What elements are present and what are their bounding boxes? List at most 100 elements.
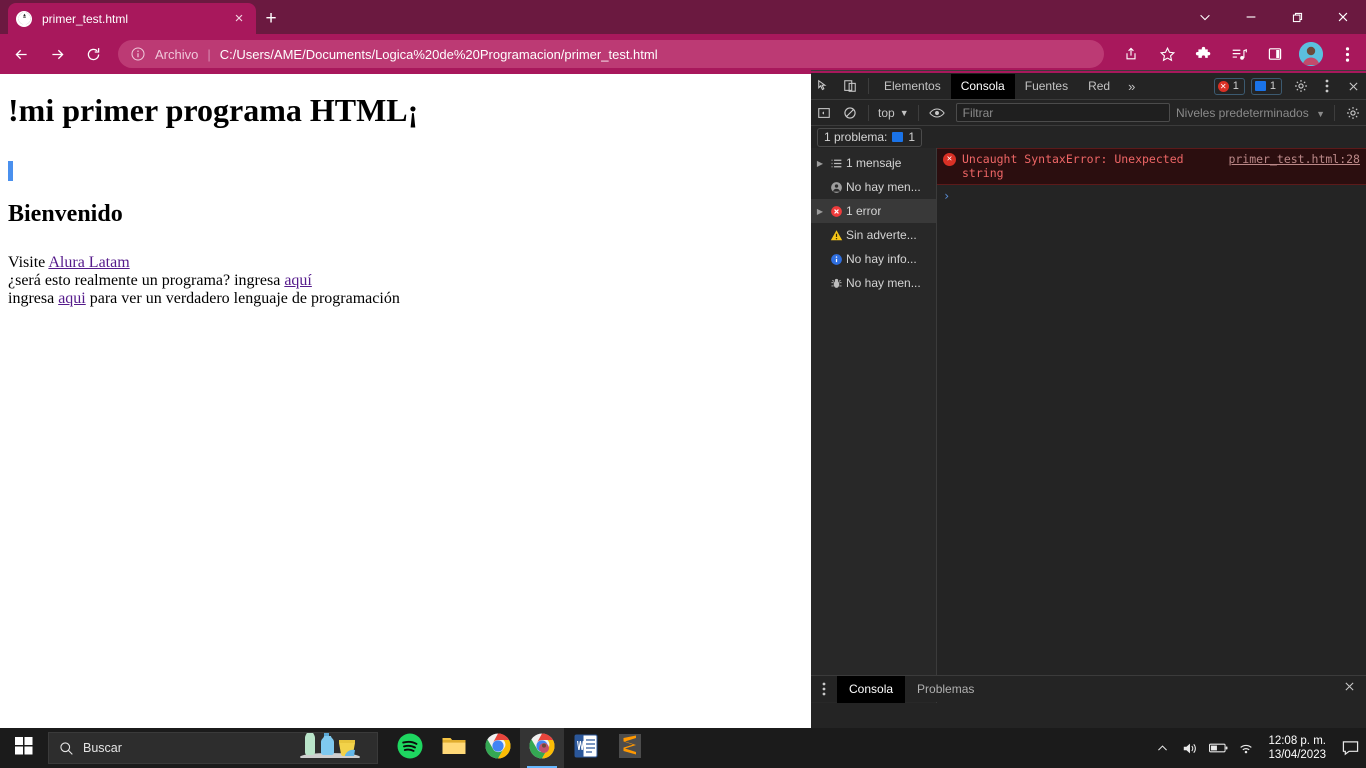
console-toolbar-divider-3 [1334,104,1335,121]
sidebar-item-info[interactable]: No hay info... [811,247,936,271]
tab-close-icon[interactable]: × [230,10,248,28]
problem-chip-text: 1 problema: [824,130,888,144]
inspect-cursor-icon[interactable] [811,74,837,99]
sidebar-label: No hay info... [846,252,917,266]
drawer-menu-icon[interactable] [811,677,837,702]
eye-icon[interactable] [924,100,950,125]
window-controls [1182,0,1366,34]
toolbar-divider [868,78,869,94]
chevron-down-icon: ▼ [899,107,909,118]
taskbar-app-spotify[interactable] [388,728,432,768]
taskbar-apps [388,728,652,768]
info-circle-icon [826,253,846,266]
console-context-value: top [878,105,895,120]
devtools-tab-fuentes[interactable]: Fuentes [1015,74,1078,99]
rendered-html-page: !mi primer programa HTML¡ Bienvenido Vis… [0,74,811,308]
minimize-icon[interactable] [1228,0,1274,34]
drawer-close-icon[interactable] [1333,680,1366,698]
clock-date: 13/04/2023 [1268,749,1326,761]
star-icon[interactable] [1152,39,1182,69]
console-filter-input[interactable]: Filtrar [955,103,1170,122]
devtools-menu-icon[interactable] [1314,74,1340,99]
problem-chip[interactable]: 1 problema: 1 [817,127,923,147]
message-count: 1 [1269,80,1276,92]
new-tab-button[interactable]: + [258,6,284,32]
taskbar-clock[interactable]: 12:08 p. m. 13/04/2023 [1260,734,1334,762]
taskbar-app-sublime-text[interactable] [608,728,652,768]
taskbar-app-chrome[interactable] [476,728,520,768]
search-tabs-chevron-down-icon[interactable] [1182,0,1228,34]
device-toolbar-icon[interactable] [837,74,863,99]
back-arrow-icon[interactable] [6,39,36,69]
problem-chip-count: 1 [908,130,916,144]
windows-taskbar: Buscar 12:08 p. m. 13/04/2023 [0,728,1366,768]
sidebar-item-errors[interactable]: ▶ 1 error [811,199,936,223]
page-heading-1: !mi primer programa HTML¡ [8,92,419,128]
browser-window: primer_test.html × + Archivo | C:/Users/… [0,0,1366,728]
devtools-tab-elementos[interactable]: Elementos [874,74,951,99]
wifi-icon[interactable] [1232,741,1260,755]
devtools-tab-red[interactable]: Red [1078,74,1120,99]
browser-tab[interactable]: primer_test.html × [8,3,256,34]
console-error-source-link[interactable]: primer_test.html:28 [1228,152,1360,166]
taskbar-search[interactable]: Buscar [48,732,378,764]
console-prompt-row[interactable]: › [937,185,1366,207]
sidebar-item-verbose[interactable]: No hay men... [811,271,936,295]
console-levels-selector[interactable]: Niveles predeterminados ▼ [1176,106,1329,120]
message-count-badge[interactable]: 1 [1250,77,1282,95]
error-circle-icon: ✕ [1217,80,1229,92]
sidebar-item-warnings[interactable]: Sin adverte... [811,223,936,247]
spotify-icon [397,733,423,764]
restore-icon[interactable] [1274,0,1320,34]
sidebar-item-messages[interactable]: ▶ 1 mensaje [811,151,936,175]
drawer-tab-problemas[interactable]: Problemas [905,676,986,703]
sidebar-toggle-icon[interactable] [811,100,837,125]
console-body: ▶ 1 mensaje No hay men... ▶ 1 error Sin … [811,148,1366,703]
page-heading-2: Bienvenido [8,201,123,228]
profile-avatar[interactable] [1296,39,1326,69]
link-aqui-accent[interactable]: aquí [284,272,312,289]
volume-icon[interactable] [1176,741,1204,756]
devtools-tab-consola[interactable]: Consola [950,73,1015,99]
link-alura-latam[interactable]: Alura Latam [48,254,129,271]
puzzle-icon[interactable] [1188,39,1218,69]
console-error-message[interactable]: ✕ Uncaught SyntaxError: Unexpected strin… [937,148,1366,185]
side-panel-icon[interactable] [1260,39,1290,69]
sidebar-item-user-messages[interactable]: No hay men... [811,175,936,199]
start-button[interactable] [0,728,48,768]
chevron-up-icon[interactable] [1148,742,1176,755]
sidebar-label: 1 mensaje [846,156,902,170]
expand-arrow-icon[interactable]: ▶ [814,159,826,168]
drawer-tab-consola[interactable]: Consola [837,675,906,703]
taskbar-app-word[interactable] [564,728,608,768]
media-playlist-icon[interactable] [1224,39,1254,69]
expand-arrow-icon[interactable]: ▶ [814,207,826,216]
sidebar-label: Sin adverte... [846,228,917,242]
notification-icon[interactable] [1334,740,1366,756]
share-icon[interactable] [1116,39,1146,69]
console-prompt-caret-icon: › [943,189,951,203]
forward-arrow-icon[interactable] [42,39,72,69]
clear-console-icon[interactable] [837,100,863,125]
devtools-more-tabs-icon[interactable]: » [1120,79,1143,94]
console-message-list: ✕ Uncaught SyntaxError: Unexpected strin… [937,148,1366,703]
omnibox-url: C:/Users/AME/Documents/Logica%20de%20Pro… [219,46,658,62]
console-settings-gear-icon[interactable] [1340,100,1366,125]
close-icon[interactable] [1320,0,1366,34]
error-count-badge[interactable]: ✕ 1 [1213,77,1245,95]
reload-icon[interactable] [78,39,108,69]
gear-icon[interactable] [1288,74,1314,99]
sidebar-label: 1 error [846,204,882,218]
taskbar-app-chrome-active[interactable] [520,728,564,768]
file-explorer-icon [441,734,467,763]
taskbar-app-file-explorer[interactable] [432,728,476,768]
three-dot-menu-icon[interactable] [1332,39,1362,69]
battery-icon[interactable] [1204,742,1232,754]
message-bubble-icon [1254,81,1266,91]
system-tray: 12:08 p. m. 13/04/2023 [1148,728,1366,768]
address-bar[interactable]: Archivo | C:/Users/AME/Documents/Logica%… [118,40,1104,68]
avatar [1299,42,1323,66]
console-context-selector[interactable]: top ▼ [874,106,913,120]
devtools-close-icon[interactable] [1340,74,1366,99]
link-aqui[interactable]: aqui [58,290,86,307]
